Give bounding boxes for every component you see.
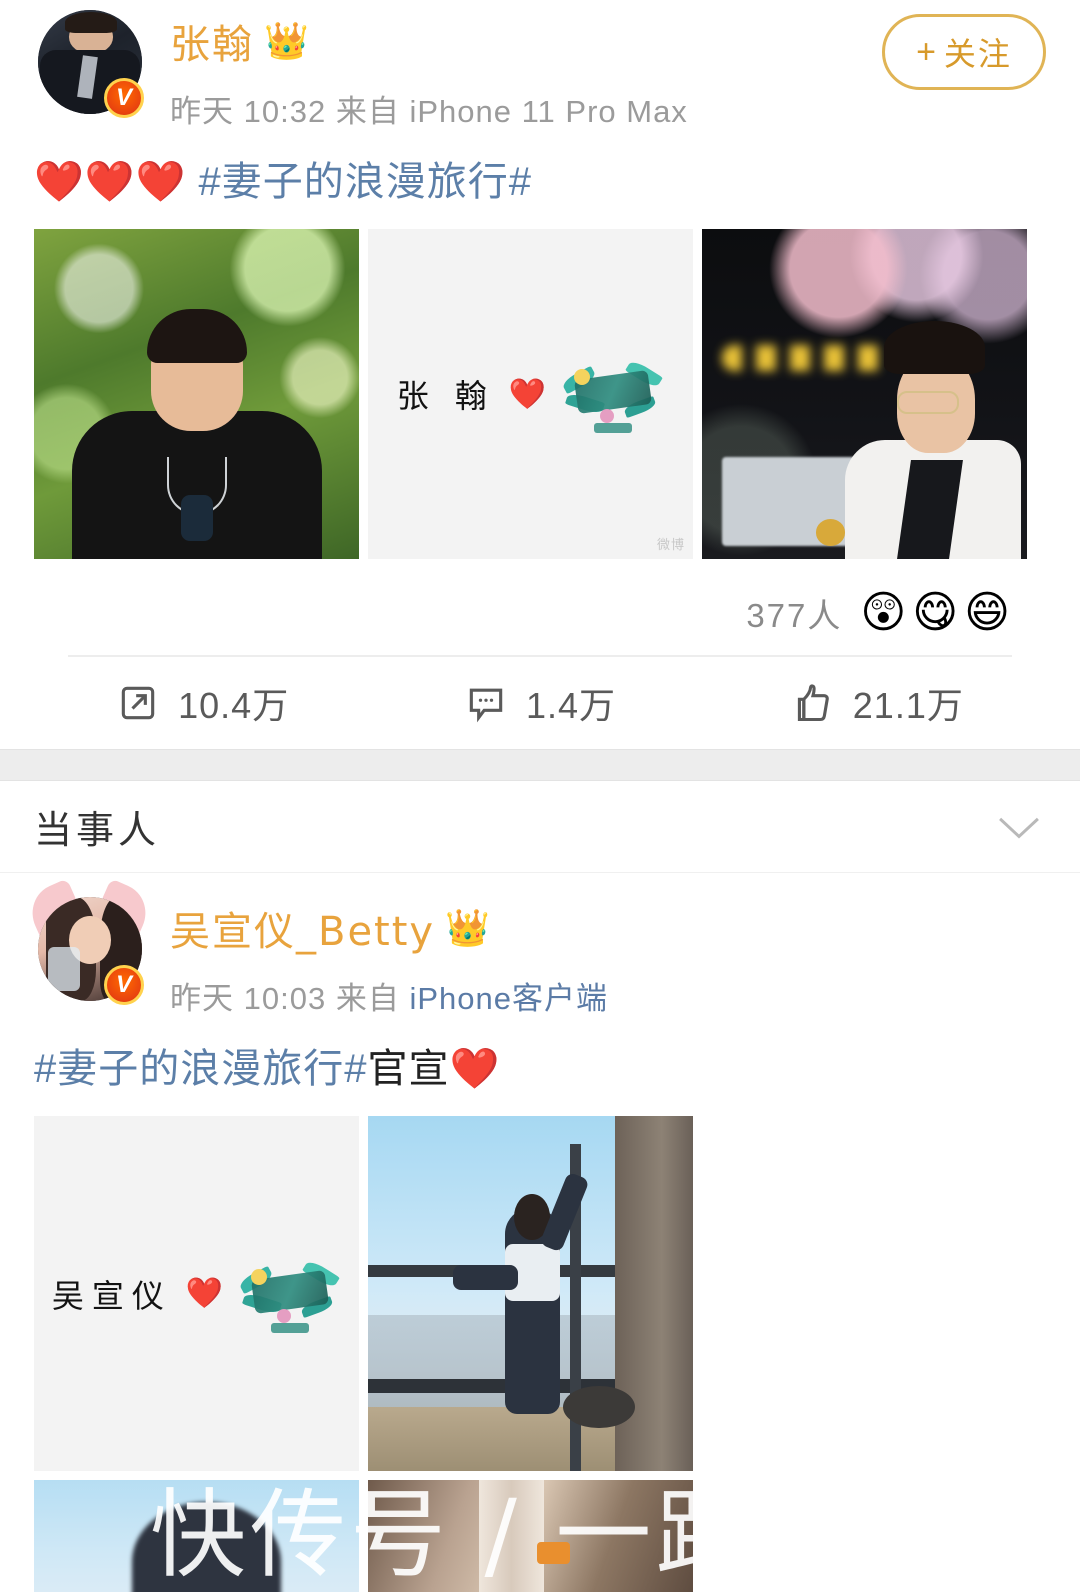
post-image[interactable]: 吴宣仪 ❤️: [34, 1116, 359, 1471]
share-icon: [121, 686, 155, 720]
verified-badge-icon: V: [104, 78, 144, 118]
post-header: V 张翰 👑 昨天 10:32 来自 iPhone 11 Pro Max + 关…: [34, 0, 1046, 131]
weibo-feed-page: V 张翰 👑 昨天 10:32 来自 iPhone 11 Pro Max + 关…: [0, 0, 1080, 1592]
post-content: ❤️❤️❤️ #妻子的浪漫旅行#: [34, 157, 1046, 207]
post-item: V 张翰 👑 昨天 10:32 来自 iPhone 11 Pro Max + 关…: [0, 0, 1080, 749]
image-grid: [34, 1480, 1046, 1592]
emoji-surprised: 😲: [860, 588, 907, 637]
show-logo-icon: [560, 357, 664, 433]
chevron-down-icon[interactable]: [992, 810, 1046, 844]
hashtag-link[interactable]: #妻子的浪漫旅行#: [199, 160, 533, 204]
follow-label: 关注: [943, 36, 1012, 72]
comment-count: 1.4万: [525, 685, 617, 726]
verified-badge-icon: V: [104, 965, 144, 1005]
emoji-laugh: 😄: [964, 588, 1010, 637]
section-title: 当事人: [34, 810, 161, 852]
crown-icon: 👑: [264, 20, 309, 61]
avatar[interactable]: V: [34, 8, 146, 120]
heart-emoji: ❤️: [449, 1047, 501, 1091]
heart-emoji: ❤️: [185, 1277, 224, 1310]
section-header[interactable]: 当事人: [0, 781, 1080, 873]
section-separator: [0, 749, 1080, 781]
plus-icon: +: [916, 32, 938, 71]
post-image[interactable]: [702, 229, 1027, 559]
post-image[interactable]: [368, 1480, 693, 1592]
post-image[interactable]: [34, 229, 359, 559]
post-timestamp-source: 昨天 10:03 来自 iPhone客户端: [170, 973, 608, 1018]
source-prefix: 来自: [335, 94, 400, 129]
post-meta: 吴宣仪_Betty 👑 昨天 10:03 来自 iPhone客户端: [170, 895, 608, 1018]
hashtag-link[interactable]: #妻子的浪漫旅行#: [34, 1047, 368, 1091]
crown-icon: 👑: [445, 907, 490, 948]
heart-emoji: ❤️❤️❤️: [34, 160, 187, 204]
post-time: 昨天 10:03: [170, 981, 327, 1016]
image-grid: 吴宣仪 ❤️: [34, 1116, 1046, 1471]
post-text: 官宣: [367, 1047, 450, 1091]
reaction-emojis[interactable]: 😲 😋 😄: [860, 591, 1010, 635]
source-prefix: 来自: [335, 981, 400, 1016]
image-caption-name: 吴宣仪: [51, 1276, 172, 1315]
post-image[interactable]: 张 翰 ❤️ 微博: [368, 229, 693, 559]
weibo-watermark: 微博: [656, 537, 685, 552]
post-source[interactable]: iPhone客户端: [409, 981, 608, 1016]
reaction-count: 377人: [746, 597, 843, 634]
like-count: 21.1万: [852, 685, 964, 726]
post-source: iPhone 11 Pro Max: [409, 94, 688, 129]
like-icon: [797, 684, 829, 722]
image-caption-name: 张 翰: [396, 377, 495, 415]
post-image[interactable]: [34, 1480, 359, 1592]
username[interactable]: 吴宣仪_Betty: [170, 899, 435, 957]
post-meta: 张翰 👑 昨天 10:32 来自 iPhone 11 Pro Max: [170, 8, 688, 131]
username[interactable]: 张翰: [170, 12, 254, 70]
post-item: V 吴宣仪_Betty 👑 昨天 10:03 来自 iPhone客户端 + 关注…: [0, 873, 1080, 1592]
post-header: V 吴宣仪_Betty 👑 昨天 10:03 来自 iPhone客户端 + 关注: [18, 874, 1046, 1018]
comment-button[interactable]: 1.4万: [371, 657, 708, 749]
avatar[interactable]: V: [18, 874, 160, 1007]
image-grid: 张 翰 ❤️ 微博: [34, 229, 1046, 559]
post-time: 昨天 10:32: [170, 94, 327, 129]
action-bar: 10.4万 1.4万 21.1万: [34, 657, 1046, 749]
share-button[interactable]: 10.4万: [34, 657, 371, 749]
reactions-row[interactable]: 377人 😲 😋 😄: [34, 567, 1046, 637]
emoji-yummy: 😋: [912, 588, 959, 637]
share-count: 10.4万: [178, 685, 290, 726]
like-button[interactable]: 21.1万: [709, 657, 1046, 749]
post-timestamp-source: 昨天 10:32 来自 iPhone 11 Pro Max: [170, 86, 688, 131]
show-logo-icon: [237, 1257, 341, 1333]
post-image[interactable]: [368, 1116, 693, 1471]
heart-emoji: ❤️: [508, 377, 547, 411]
comment-icon: [469, 688, 503, 723]
follow-button[interactable]: + 关注: [882, 14, 1046, 90]
post-content: #妻子的浪漫旅行#官宣❤️: [34, 1044, 1046, 1094]
